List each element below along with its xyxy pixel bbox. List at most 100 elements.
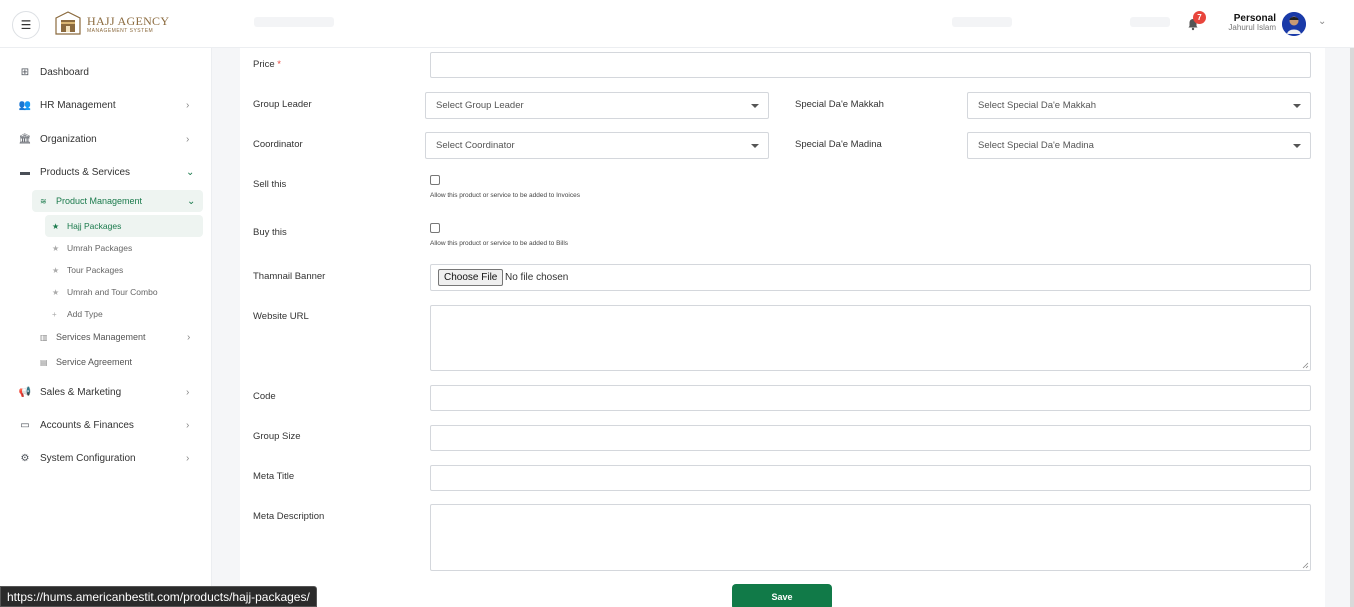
top-header: ☰ HAJJ AGENCY MANAGEMENT SYSTEM 7 Person… xyxy=(0,0,1354,48)
group-leader-value: Select Group Leader xyxy=(436,100,524,111)
avatar-image xyxy=(1282,12,1306,36)
price-input[interactable] xyxy=(430,52,1311,78)
chevron-right-icon: › xyxy=(186,133,190,145)
user-menu[interactable]: Personal Jahurul Islam xyxy=(1228,13,1276,33)
group-size-label: Group Size xyxy=(253,431,301,442)
resize-handle-icon[interactable] xyxy=(1302,362,1309,369)
buy-label: Buy this xyxy=(253,227,287,238)
sidebar-item-accounts-finances[interactable]: ▭ Accounts & Finances › xyxy=(0,412,212,438)
sidebar-item-label: Service Agreement xyxy=(56,357,133,367)
resize-handle-icon[interactable] xyxy=(1302,562,1309,569)
document-icon: ▤ xyxy=(40,357,48,367)
meta-description-label: Meta Description xyxy=(253,511,325,522)
price-label: Price * xyxy=(253,59,281,70)
logo-title: HAJJ AGENCY xyxy=(87,13,170,28)
coordinator-select[interactable]: Select Coordinator xyxy=(425,132,769,159)
hamburger-icon[interactable]: ☰ xyxy=(12,11,40,39)
star-icon: ★ xyxy=(52,287,60,297)
sidebar-item-system-configuration[interactable]: ⚙ System Configuration › xyxy=(0,445,212,471)
special-madina-label: Special Da'e Madina xyxy=(795,139,882,150)
meta-title-input[interactable] xyxy=(430,465,1311,491)
sidebar-item-label: System Configuration xyxy=(40,452,136,464)
layers-icon: ≋ xyxy=(40,196,47,206)
code-input[interactable] xyxy=(430,385,1311,411)
caret-down-icon xyxy=(751,104,759,108)
coordinator-value: Select Coordinator xyxy=(436,140,515,151)
meta-description-textarea[interactable] xyxy=(430,504,1311,571)
star-icon: ★ xyxy=(52,221,60,231)
caret-down-icon xyxy=(1293,104,1301,108)
sidebar-item-label: Add Type xyxy=(67,309,103,319)
tools-icon: ▥ xyxy=(40,332,48,342)
sell-checkbox[interactable] xyxy=(430,175,440,185)
megaphone-icon: 📢 xyxy=(18,386,32,398)
chevron-right-icon: › xyxy=(186,419,190,431)
sidebar-item-label: Umrah and Tour Combo xyxy=(67,287,158,297)
sidebar-item-label: Sales & Marketing xyxy=(40,386,122,398)
sidebar-item-service-agreement[interactable]: ▤ Service Agreement xyxy=(32,351,203,373)
dashboard-icon: ⊞ xyxy=(20,66,30,78)
sidebar-item-label: Hajj Packages xyxy=(67,221,122,231)
website-textarea[interactable] xyxy=(430,305,1311,371)
logo-subtitle: MANAGEMENT SYSTEM xyxy=(87,27,154,34)
status-url-tooltip: https://hums.americanbestit.com/products… xyxy=(0,586,317,607)
box-icon: ▬ xyxy=(20,166,30,178)
banner-file-input[interactable]: Choose File No file chosen xyxy=(430,264,1311,291)
special-madina-select[interactable]: Select Special Da'e Madina xyxy=(967,132,1311,159)
avatar[interactable] xyxy=(1282,12,1306,36)
special-makkah-select[interactable]: Select Special Da'e Makkah xyxy=(967,92,1311,119)
choose-file-button[interactable]: Choose File xyxy=(438,269,504,286)
chevron-right-icon: › xyxy=(186,386,190,398)
notification-badge: 7 xyxy=(1193,11,1206,24)
chevron-right-icon: › xyxy=(186,99,190,111)
sidebar-item-products-services[interactable]: ▬ Products & Services ⌄ xyxy=(0,159,212,185)
chevron-down-icon: ⌄ xyxy=(187,195,196,207)
sidebar-item-hajj-packages[interactable]: ★ Hajj Packages xyxy=(45,215,203,237)
save-button[interactable]: Save xyxy=(732,584,832,607)
website-label: Website URL xyxy=(253,311,309,322)
user-name: Jahurul Islam xyxy=(1228,23,1276,32)
group-size-input[interactable] xyxy=(430,425,1311,451)
brand-logo[interactable]: HAJJ AGENCY MANAGEMENT SYSTEM xyxy=(54,10,169,38)
chevron-right-icon: › xyxy=(187,331,191,343)
kaaba-logo-icon xyxy=(55,11,81,35)
required-mark: * xyxy=(277,59,281,70)
group-leader-select[interactable]: Select Group Leader xyxy=(425,92,769,119)
banner-label: Thamnail Banner xyxy=(253,271,326,282)
header-placeholder xyxy=(952,17,1012,27)
buy-checkbox[interactable] xyxy=(430,223,440,233)
plus-icon: + xyxy=(52,309,57,319)
sidebar-item-label: HR Management xyxy=(40,99,116,111)
card-icon: ▭ xyxy=(20,419,30,431)
sidebar-item-dashboard[interactable]: ⊞ Dashboard xyxy=(0,59,212,85)
sidebar-item-label: Services Management xyxy=(56,332,146,342)
sidebar-item-label: Products & Services xyxy=(40,166,131,178)
special-makkah-value: Select Special Da'e Makkah xyxy=(978,100,1096,111)
caret-down-icon xyxy=(1293,144,1301,148)
sidebar-item-services-management[interactable]: ▥ Services Management › xyxy=(32,326,203,348)
sell-help-text: Allow this product or service to be adde… xyxy=(430,192,580,199)
chevron-down-icon[interactable]: ⌄ xyxy=(1318,16,1326,27)
meta-title-label: Meta Title xyxy=(253,471,295,482)
buy-help-text: Allow this product or service to be adde… xyxy=(430,240,569,247)
code-label: Code xyxy=(253,391,276,402)
special-madina-value: Select Special Da'e Madina xyxy=(978,140,1094,151)
gear-icon: ⚙ xyxy=(20,452,30,464)
sell-label: Sell this xyxy=(253,179,287,190)
sidebar-item-organization[interactable]: 🏛 Organization › xyxy=(0,126,212,152)
sidebar-item-label: Product Management xyxy=(56,196,143,206)
chevron-right-icon: › xyxy=(186,452,190,464)
users-icon: 👥 xyxy=(18,99,32,111)
caret-down-icon xyxy=(751,144,759,148)
sidebar: ⊞ Dashboard 👥 HR Management › 🏛 Organiza… xyxy=(0,48,212,607)
header-placeholder xyxy=(1130,17,1170,27)
sidebar-item-hr-management[interactable]: 👥 HR Management › xyxy=(0,92,212,118)
star-icon: ★ xyxy=(52,265,60,275)
sidebar-item-label: Tour Packages xyxy=(67,265,124,275)
sidebar-item-label: Dashboard xyxy=(40,66,89,78)
scrollbar[interactable] xyxy=(1350,48,1354,607)
header-placeholder xyxy=(254,17,334,27)
building-icon: 🏛 xyxy=(18,133,32,145)
sidebar-item-sales-marketing[interactable]: 📢 Sales & Marketing › xyxy=(0,379,212,405)
sidebar-item-product-management[interactable]: ≋ Product Management ⌄ xyxy=(32,190,203,212)
